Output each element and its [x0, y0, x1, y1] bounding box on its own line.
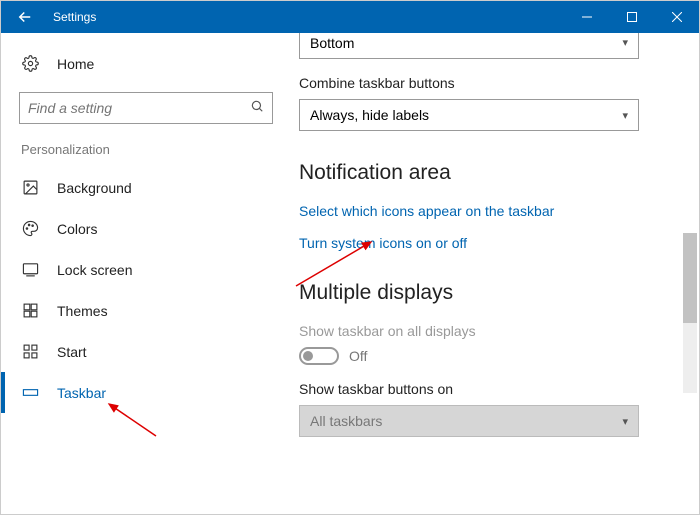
maximize-button[interactable] [609, 1, 654, 33]
nav-taskbar[interactable]: Taskbar [1, 372, 291, 413]
dropdown-value: Bottom [310, 35, 354, 51]
nav-label: Lock screen [57, 262, 132, 278]
nav-label: Background [57, 180, 132, 196]
home-nav[interactable]: Home [1, 45, 291, 82]
picture-icon [21, 179, 39, 196]
nav-label: Themes [57, 303, 108, 319]
show-buttons-label: Show taskbar buttons on [299, 381, 675, 397]
nav-lockscreen[interactable]: Lock screen [1, 249, 291, 290]
window-title: Settings [49, 10, 564, 24]
nav-label: Start [57, 344, 87, 360]
gear-icon [21, 55, 39, 72]
show-all-displays-toggle[interactable] [299, 347, 339, 365]
nav-colors[interactable]: Colors [1, 208, 291, 249]
toggle-knob [303, 351, 313, 361]
window-controls [564, 1, 699, 33]
back-button[interactable] [1, 1, 49, 33]
chevron-down-icon: ▾ [622, 415, 628, 428]
close-button[interactable] [654, 1, 699, 33]
home-label: Home [57, 56, 94, 72]
scrollbar-thumb[interactable] [683, 233, 697, 323]
show-all-displays-label: Show taskbar on all displays [299, 323, 675, 339]
select-icons-link[interactable]: Select which icons appear on the taskbar [299, 203, 675, 219]
start-icon [21, 343, 39, 360]
show-buttons-dropdown[interactable]: All taskbars ▾ [299, 405, 639, 437]
nav-themes[interactable]: Themes [1, 290, 291, 331]
toggle-state-text: Off [349, 348, 367, 364]
palette-icon [21, 220, 39, 237]
sidebar: Home Personalization Background Colors [1, 33, 291, 514]
nav-label: Taskbar [57, 385, 106, 401]
search-input[interactable] [28, 100, 250, 116]
themes-icon [21, 302, 39, 319]
chevron-down-icon: ▾ [622, 109, 628, 122]
notification-heading: Notification area [299, 161, 675, 185]
nav-label: Colors [57, 221, 97, 237]
lock-screen-icon [21, 261, 39, 278]
search-icon [250, 99, 264, 118]
multiple-displays-heading: Multiple displays [299, 281, 675, 305]
combine-dropdown[interactable]: Always, hide labels ▾ [299, 99, 639, 131]
section-label: Personalization [1, 142, 291, 167]
nav-start[interactable]: Start [1, 331, 291, 372]
taskbar-icon [21, 384, 39, 401]
minimize-button[interactable] [564, 1, 609, 33]
taskbar-location-dropdown[interactable]: Bottom ▾ [299, 33, 639, 59]
chevron-down-icon: ▾ [622, 36, 628, 49]
dropdown-value: All taskbars [310, 413, 382, 429]
combine-label: Combine taskbar buttons [299, 75, 675, 91]
system-icons-link[interactable]: Turn system icons on or off [299, 235, 675, 251]
search-box[interactable] [19, 92, 273, 124]
title-bar: Settings [1, 1, 699, 33]
dropdown-value: Always, hide labels [310, 107, 429, 123]
nav-background[interactable]: Background [1, 167, 291, 208]
main-panel: Bottom ▾ Combine taskbar buttons Always,… [291, 33, 699, 514]
